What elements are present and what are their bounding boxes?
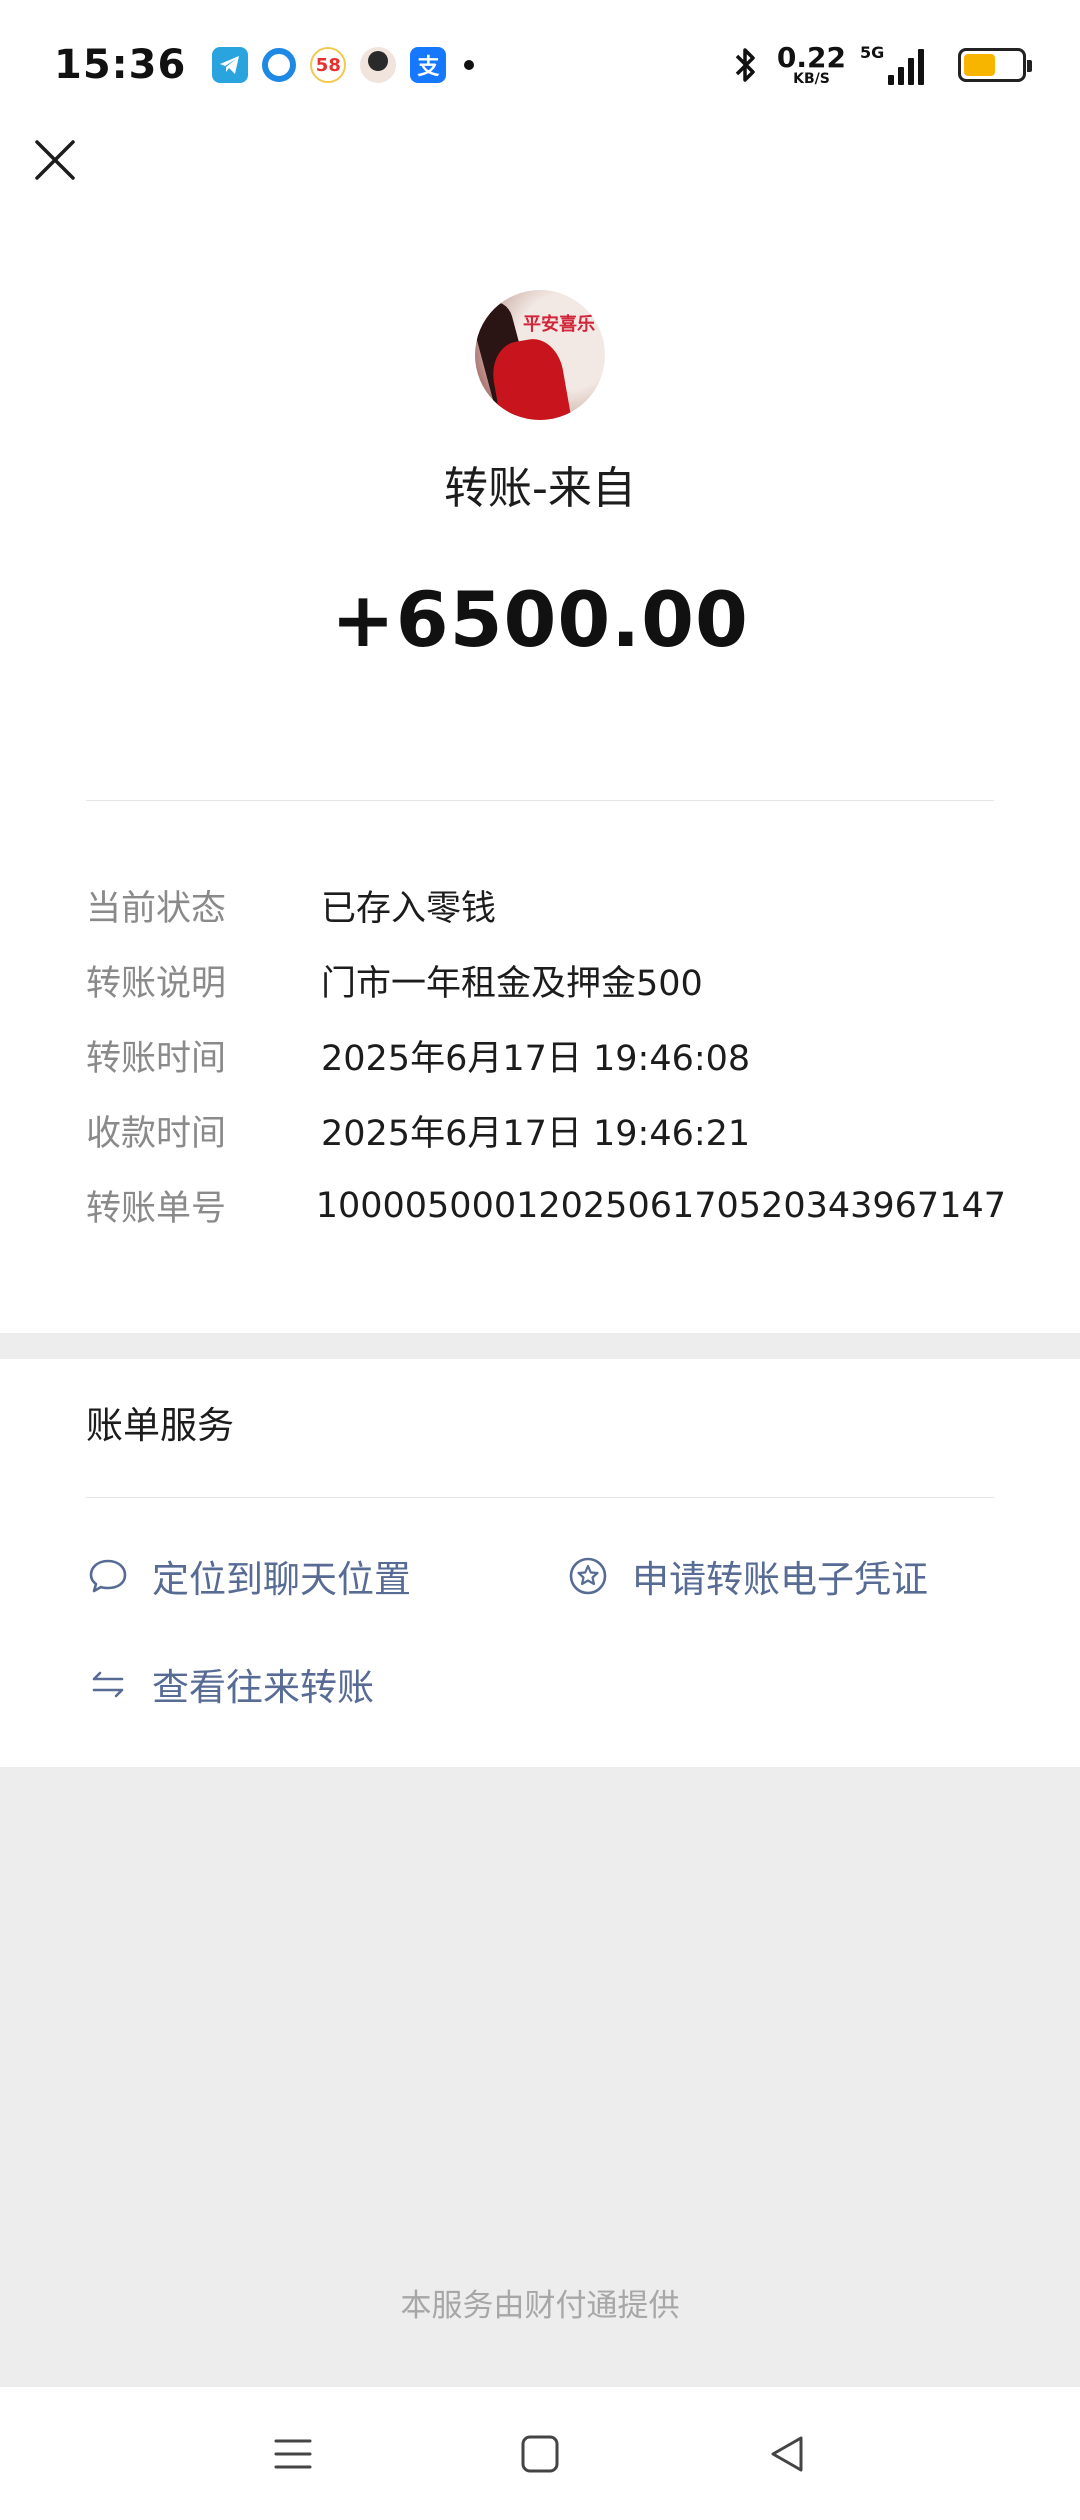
network-speed-value: 0.22 [776, 41, 846, 74]
home-square-icon [521, 2435, 559, 2472]
status-bar: 15:36 58 支 0.22 KB/S 5G [0, 0, 1080, 130]
detail-label: 转账时间 [86, 1039, 227, 1079]
sender-avatar[interactable]: 平安喜乐 [475, 290, 605, 420]
detail-row-receive-time: 收款时间 2025年6月17日 19:46:21 [86, 1093, 1006, 1168]
view-history-label: 查看往来转账 [152, 1666, 374, 1709]
apply-voucher-button[interactable]: 申请转账电子凭证 [566, 1546, 928, 1606]
notification-icons: 58 支 [212, 47, 475, 83]
bill-services-title: 账单服务 [86, 1404, 234, 1447]
alipay-icon: 支 [410, 47, 447, 83]
bluetooth-icon [735, 48, 755, 82]
battery-level [964, 54, 995, 76]
transfer-details: 当前状态 已存入零钱 转账说明 门市一年租金及押金500 转账时间 2025年6… [86, 868, 1006, 1243]
transfer-arrows-icon [92, 1671, 124, 1698]
transfer-detail-screen: 15:36 58 支 0.22 KB/S 5G 平安喜乐 转账-来自 +6500… [0, 0, 1080, 2520]
detail-row-order-number: 转账单号 1000050001202506170520343967147 [86, 1168, 1006, 1243]
detail-row-status: 当前状态 已存入零钱 [86, 868, 1006, 943]
detail-value: 门市一年租金及押金500 [321, 964, 703, 1004]
network-type-label: 5G [860, 43, 885, 62]
browser-icon [262, 48, 297, 82]
network-speed-unit: KB/S [793, 71, 830, 87]
detail-row-remark: 转账说明 门市一年租金及押金500 [86, 943, 1006, 1018]
avatar-text: 平安喜乐 [523, 314, 595, 335]
signal-strength-icon: 5G [860, 43, 924, 85]
chat-bubble-icon [89, 1559, 127, 1593]
more-notifications-dot [464, 60, 475, 70]
sender-title: 转账-来自 [444, 463, 636, 514]
network-speed: 0.22 KB/S [776, 41, 846, 87]
system-icons: 0.22 KB/S 5G [731, 41, 1032, 87]
detail-value: 已存入零钱 [321, 889, 497, 929]
detail-label: 转账单号 [86, 1189, 227, 1229]
home-button[interactable] [505, 2419, 575, 2489]
menu-button[interactable] [258, 2419, 328, 2489]
view-history-button[interactable]: 查看往来转账 [86, 1654, 374, 1714]
section-separator [0, 1333, 1080, 1359]
apply-voucher-label: 申请转账电子凭证 [632, 1558, 928, 1601]
locate-chat-label: 定位到聊天位置 [152, 1558, 411, 1601]
telegram-icon [212, 47, 249, 83]
detail-label: 收款时间 [86, 1114, 227, 1154]
avatar-app-icon [360, 47, 397, 83]
menu-icon [274, 2439, 312, 2468]
detail-value[interactable]: 1000050001202506170520343967147 [316, 1186, 1006, 1226]
status-time: 15:36 [54, 42, 187, 88]
battery-icon [958, 48, 1032, 82]
locate-chat-button[interactable]: 定位到聊天位置 [86, 1546, 411, 1606]
app-58-icon: 58 [310, 47, 347, 83]
close-button[interactable] [30, 135, 80, 185]
provider-footer: 本服务由财付通提供 [400, 2288, 680, 2324]
back-button[interactable] [752, 2419, 822, 2489]
transfer-amount: +6500.00 [331, 575, 749, 664]
divider [86, 800, 994, 801]
back-triangle-icon [771, 2436, 803, 2471]
system-navigation-bar [0, 2387, 1080, 2520]
close-icon [35, 140, 75, 180]
detail-value: 2025年6月17日 19:46:08 [321, 1039, 751, 1079]
detail-label: 当前状态 [86, 889, 227, 929]
detail-label: 转账说明 [86, 964, 227, 1004]
detail-value: 2025年6月17日 19:46:21 [321, 1114, 751, 1154]
star-badge-icon [569, 1557, 607, 1595]
detail-row-transfer-time: 转账时间 2025年6月17日 19:46:08 [86, 1018, 1006, 1093]
divider [86, 1497, 994, 1498]
